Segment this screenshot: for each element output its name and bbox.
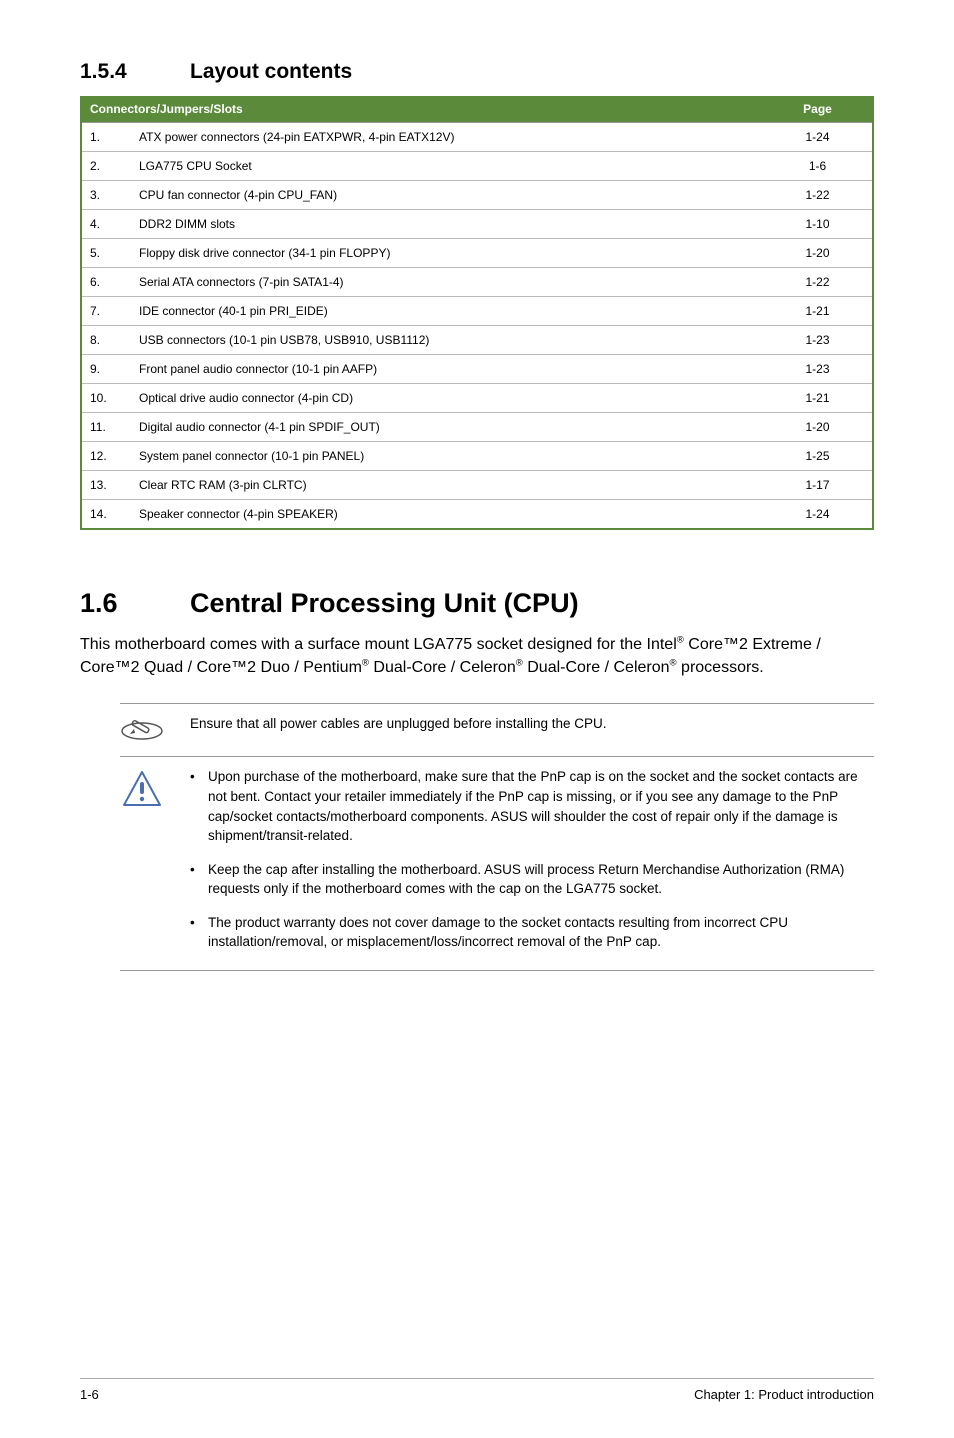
row-page: 1-21 (763, 297, 873, 326)
row-description: DDR2 DIMM slots (131, 210, 763, 239)
section-heading: 1.6Central Processing Unit (CPU) (80, 588, 874, 619)
table-row: 7.IDE connector (40-1 pin PRI_EIDE)1-21 (81, 297, 873, 326)
row-description: Serial ATA connectors (7-pin SATA1-4) (131, 268, 763, 297)
footer-page-number: 1-6 (80, 1387, 99, 1402)
row-description: LGA775 CPU Socket (131, 152, 763, 181)
row-description: Floppy disk drive connector (34-1 pin FL… (131, 239, 763, 268)
section-title: Central Processing Unit (CPU) (190, 588, 579, 618)
list-item: Upon purchase of the motherboard, make s… (190, 767, 874, 845)
row-page: 1-22 (763, 181, 873, 210)
table-header-page: Page (763, 96, 873, 123)
table-row: 3.CPU fan connector (4-pin CPU_FAN)1-22 (81, 181, 873, 210)
row-page: 1-21 (763, 384, 873, 413)
row-description: Digital audio connector (4-1 pin SPDIF_O… (131, 413, 763, 442)
table-row: 11.Digital audio connector (4-1 pin SPDI… (81, 413, 873, 442)
row-page: 1-22 (763, 268, 873, 297)
section-number: 1.6 (80, 588, 190, 619)
row-number: 5. (81, 239, 131, 268)
row-description: System panel connector (10-1 pin PANEL) (131, 442, 763, 471)
row-number: 9. (81, 355, 131, 384)
list-item: The product warranty does not cover dama… (190, 913, 874, 952)
note-text: Ensure that all power cables are unplugg… (170, 714, 874, 734)
row-page: 1-25 (763, 442, 873, 471)
table-row: 5.Floppy disk drive connector (34-1 pin … (81, 239, 873, 268)
table-row: 1.ATX power connectors (24-pin EATXPWR, … (81, 123, 873, 152)
table-header-main: Connectors/Jumpers/Slots (81, 96, 763, 123)
row-number: 11. (81, 413, 131, 442)
row-description: IDE connector (40-1 pin PRI_EIDE) (131, 297, 763, 326)
note-block-pencil: Ensure that all power cables are unplugg… (120, 703, 874, 757)
table-row: 8.USB connectors (10-1 pin USB78, USB910… (81, 326, 873, 355)
note-block-caution: Upon purchase of the motherboard, make s… (120, 763, 874, 971)
table-row: 2.LGA775 CPU Socket1-6 (81, 152, 873, 181)
row-page: 1-24 (763, 123, 873, 152)
row-page: 1-6 (763, 152, 873, 181)
row-number: 13. (81, 471, 131, 500)
row-number: 6. (81, 268, 131, 297)
subsection-heading: 1.5.4Layout contents (80, 60, 874, 84)
row-description: ATX power connectors (24-pin EATXPWR, 4-… (131, 123, 763, 152)
row-number: 1. (81, 123, 131, 152)
table-row: 6.Serial ATA connectors (7-pin SATA1-4)1… (81, 268, 873, 297)
row-number: 4. (81, 210, 131, 239)
row-page: 1-20 (763, 413, 873, 442)
table-row: 12.System panel connector (10-1 pin PANE… (81, 442, 873, 471)
page-footer: 1-6 Chapter 1: Product introduction (80, 1378, 874, 1402)
row-number: 8. (81, 326, 131, 355)
caution-text: Upon purchase of the motherboard, make s… (170, 767, 874, 952)
row-page: 1-10 (763, 210, 873, 239)
row-description: Speaker connector (4-pin SPEAKER) (131, 500, 763, 530)
pencil-icon (120, 714, 170, 746)
list-item: Keep the cap after installing the mother… (190, 860, 874, 899)
intro-paragraph: This motherboard comes with a surface mo… (80, 633, 874, 679)
row-number: 10. (81, 384, 131, 413)
table-row: 4.DDR2 DIMM slots1-10 (81, 210, 873, 239)
row-number: 7. (81, 297, 131, 326)
table-row: 9.Front panel audio connector (10-1 pin … (81, 355, 873, 384)
row-number: 3. (81, 181, 131, 210)
row-page: 1-20 (763, 239, 873, 268)
row-page: 1-24 (763, 500, 873, 530)
row-number: 12. (81, 442, 131, 471)
connectors-table: Connectors/Jumpers/Slots Page 1.ATX powe… (80, 96, 874, 530)
row-page: 1-23 (763, 355, 873, 384)
table-row: 14.Speaker connector (4-pin SPEAKER)1-24 (81, 500, 873, 530)
row-number: 2. (81, 152, 131, 181)
row-description: Clear RTC RAM (3-pin CLRTC) (131, 471, 763, 500)
row-description: Front panel audio connector (10-1 pin AA… (131, 355, 763, 384)
table-row: 10.Optical drive audio connector (4-pin … (81, 384, 873, 413)
footer-chapter: Chapter 1: Product introduction (694, 1387, 874, 1402)
row-description: CPU fan connector (4-pin CPU_FAN) (131, 181, 763, 210)
subsection-number: 1.5.4 (80, 60, 190, 84)
caution-icon (120, 767, 170, 809)
row-page: 1-17 (763, 471, 873, 500)
row-number: 14. (81, 500, 131, 530)
table-row: 13.Clear RTC RAM (3-pin CLRTC)1-17 (81, 471, 873, 500)
row-description: USB connectors (10-1 pin USB78, USB910, … (131, 326, 763, 355)
row-description: Optical drive audio connector (4-pin CD) (131, 384, 763, 413)
subsection-title: Layout contents (190, 60, 352, 83)
row-page: 1-23 (763, 326, 873, 355)
